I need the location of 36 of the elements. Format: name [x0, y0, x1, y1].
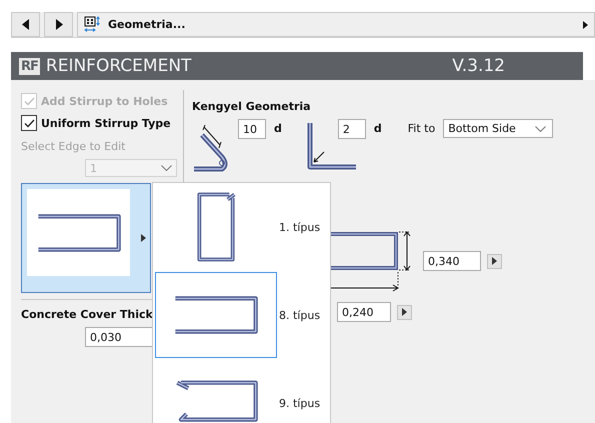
- checkbox-label: Add Stirrup to Holes: [41, 94, 168, 108]
- unit-label: d: [274, 122, 282, 135]
- back-button[interactable]: [11, 12, 40, 37]
- height-field[interactable]: 0,340: [423, 251, 481, 271]
- grid-resize-icon: [84, 16, 102, 34]
- chevron-down-icon: [161, 165, 172, 171]
- stirrup-type-option[interactable]: 9. típus: [155, 359, 330, 423]
- edge-select-label: Select Edge to Edit: [21, 140, 126, 153]
- geometry-title: Kengyel Geometria: [192, 100, 312, 113]
- expand-arrow-icon: [583, 20, 588, 28]
- play-arrow-icon: [492, 257, 497, 265]
- checkbox[interactable]: [21, 115, 37, 131]
- expand-button[interactable]: [397, 304, 412, 320]
- chevron-down-icon: [535, 126, 546, 132]
- checkmark-icon: [24, 118, 34, 128]
- left-arrow-icon: [22, 19, 30, 30]
- fit-to-select[interactable]: Bottom Side: [443, 119, 554, 138]
- cover-thickness-label: Concrete Cover Thick: [21, 308, 154, 321]
- unit-label: d: [374, 122, 382, 135]
- forward-button[interactable]: [44, 12, 73, 37]
- bend-radius-field[interactable]: 2: [338, 119, 366, 139]
- app-title: REINFORCEMENT: [46, 56, 192, 76]
- fit-to-label: Fit to: [408, 122, 436, 135]
- checkmark-icon: [24, 96, 34, 106]
- stirrup-type-option[interactable]: 1. típus: [155, 183, 330, 271]
- stirrup-preview-button[interactable]: [21, 183, 151, 293]
- checkbox-label: Uniform Stirrup Type: [41, 116, 171, 130]
- expand-button[interactable]: [487, 254, 502, 268]
- play-arrow-icon: [402, 308, 407, 316]
- geometry-panel-selector[interactable]: Geometria...: [77, 12, 595, 37]
- logo: RF: [19, 58, 40, 74]
- version-label: V.3.12: [452, 56, 505, 76]
- expand-arrow-icon: [141, 234, 146, 242]
- hook-length-field[interactable]: 10: [238, 119, 266, 139]
- width-field[interactable]: 0,240: [337, 302, 391, 322]
- right-arrow-icon: [54, 19, 62, 30]
